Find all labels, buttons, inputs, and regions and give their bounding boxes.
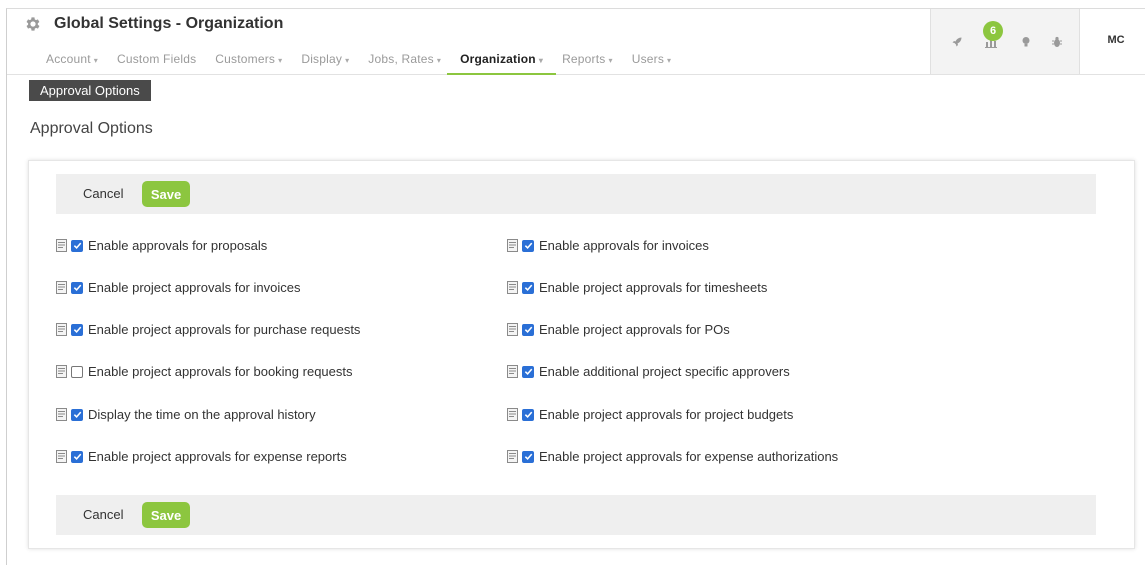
chevron-down-icon: ▾	[345, 56, 350, 65]
top-action-bar: Cancel Save	[56, 174, 1096, 214]
nav-tab-organization[interactable]: Organization ▾	[447, 49, 557, 75]
option-checkbox[interactable]	[522, 408, 534, 421]
option-checkbox[interactable]	[522, 450, 534, 463]
bottom-action-bar: Cancel Save	[56, 495, 1096, 535]
avatar[interactable]: MC	[1100, 27, 1132, 53]
option-label: Enable project approvals for booking req…	[88, 364, 353, 379]
option-label: Enable approvals for invoices	[539, 238, 709, 253]
chevron-down-icon: ▾	[608, 56, 613, 65]
breadcrumb-tab[interactable]: Approval Options	[29, 80, 151, 101]
nav-tab-label: Customers	[215, 52, 276, 66]
option-label: Display the time on the approval history	[88, 407, 316, 422]
title-row: Global Settings - Organization	[24, 15, 283, 33]
document-icon[interactable]	[56, 281, 67, 294]
toolbar-icons: 6	[930, 9, 1080, 74]
approval-option: Enable project approvals for invoices	[56, 280, 300, 295]
chevron-down-icon: ▾	[538, 56, 544, 65]
document-icon[interactable]	[507, 281, 518, 294]
nav-tab-account[interactable]: Account ▾	[46, 49, 98, 75]
cancel-button[interactable]: Cancel	[83, 186, 123, 201]
option-checkbox[interactable]	[71, 239, 83, 252]
approval-option: Enable additional project specific appro…	[507, 364, 790, 379]
document-icon[interactable]	[56, 323, 67, 336]
document-icon[interactable]	[56, 239, 67, 252]
approval-option: Enable project approvals for expense aut…	[507, 449, 838, 464]
option-label: Enable project approvals for expense aut…	[539, 449, 839, 464]
approval-options-card: Cancel Save Enable approvals for proposa…	[28, 160, 1135, 549]
approval-option: Enable approvals for invoices	[507, 238, 709, 253]
option-label: Enable project approvals for POs	[539, 322, 730, 337]
option-label: Enable additional project specific appro…	[539, 364, 790, 379]
gear-icon	[26, 17, 40, 31]
option-label: Enable project approvals for timesheets	[539, 280, 768, 295]
document-icon[interactable]	[507, 450, 518, 463]
option-checkbox[interactable]	[71, 281, 83, 294]
document-icon[interactable]	[507, 365, 518, 378]
approval-option: Enable project approvals for booking req…	[56, 364, 353, 379]
bug-icon[interactable]	[1049, 34, 1065, 50]
option-checkbox[interactable]	[71, 408, 83, 421]
notification-badge[interactable]: 6	[983, 21, 1003, 41]
nav-tab-display[interactable]: Display ▾	[301, 49, 349, 75]
nav-tab-customers[interactable]: Customers ▾	[215, 49, 282, 75]
option-label: Enable project approvals for project bud…	[539, 407, 794, 422]
chevron-down-icon: ▾	[667, 56, 672, 65]
nav-tab-label: Jobs, Rates	[368, 52, 434, 66]
document-icon[interactable]	[507, 323, 518, 336]
option-checkbox[interactable]	[71, 365, 83, 378]
nav-tab-label: Account	[46, 52, 91, 66]
document-icon[interactable]	[56, 365, 67, 378]
save-button[interactable]: Save	[142, 181, 190, 207]
page-heading: Global Settings - Organization	[54, 15, 284, 32]
approval-option: Enable project approvals for expense rep…	[56, 449, 347, 464]
lightbulb-icon[interactable]	[1018, 34, 1034, 50]
option-checkbox[interactable]	[522, 365, 534, 378]
nav-tab-label: Display	[301, 52, 343, 66]
document-icon[interactable]	[56, 408, 67, 421]
chevron-down-icon: ▾	[278, 56, 283, 65]
nav-tab-label: Custom Fields	[116, 52, 197, 66]
approval-option: Enable project approvals for project bud…	[507, 407, 793, 422]
option-checkbox[interactable]	[522, 323, 534, 336]
nav-tab-jobs-rates[interactable]: Jobs, Rates ▾	[368, 49, 441, 75]
nav-tab-users[interactable]: Users ▾	[632, 49, 672, 75]
option-checkbox[interactable]	[522, 239, 534, 252]
nav-tab-custom-fields[interactable]: Custom Fields	[117, 49, 196, 75]
rocket-icon[interactable]	[949, 34, 965, 50]
document-icon[interactable]	[507, 408, 518, 421]
nav-tab-label: Reports	[562, 52, 606, 66]
nav-tab-label: Users	[631, 52, 665, 66]
nav-tab-reports[interactable]: Reports ▾	[562, 49, 613, 75]
save-button[interactable]: Save	[142, 502, 190, 528]
option-label: Enable project approvals for expense rep…	[88, 449, 347, 464]
chevron-down-icon: ▾	[436, 56, 442, 65]
approval-option: Enable project approvals for timesheets	[507, 280, 767, 295]
option-label: Enable approvals for proposals	[88, 238, 268, 253]
approval-option: Display the time on the approval history	[56, 407, 316, 422]
section-title: Approval Options	[30, 120, 153, 137]
option-label: Enable project approvals for purchase re…	[88, 322, 361, 337]
document-icon[interactable]	[56, 450, 67, 463]
approval-option: Enable project approvals for POs	[507, 322, 730, 337]
option-checkbox[interactable]	[71, 323, 83, 336]
approval-option: Enable project approvals for purchase re…	[56, 322, 360, 337]
cancel-button[interactable]: Cancel	[83, 507, 123, 522]
option-checkbox[interactable]	[71, 450, 83, 463]
approval-option: Enable approvals for proposals	[56, 238, 267, 253]
option-label: Enable project approvals for invoices	[88, 280, 301, 295]
chevron-down-icon: ▾	[93, 56, 98, 65]
nav-tab-label: Organization	[460, 52, 536, 66]
document-icon[interactable]	[507, 239, 518, 252]
settings-nav: Account ▾ Custom Fields Customers ▾ Display ▾ J…	[46, 49, 690, 75]
option-checkbox[interactable]	[522, 281, 534, 294]
